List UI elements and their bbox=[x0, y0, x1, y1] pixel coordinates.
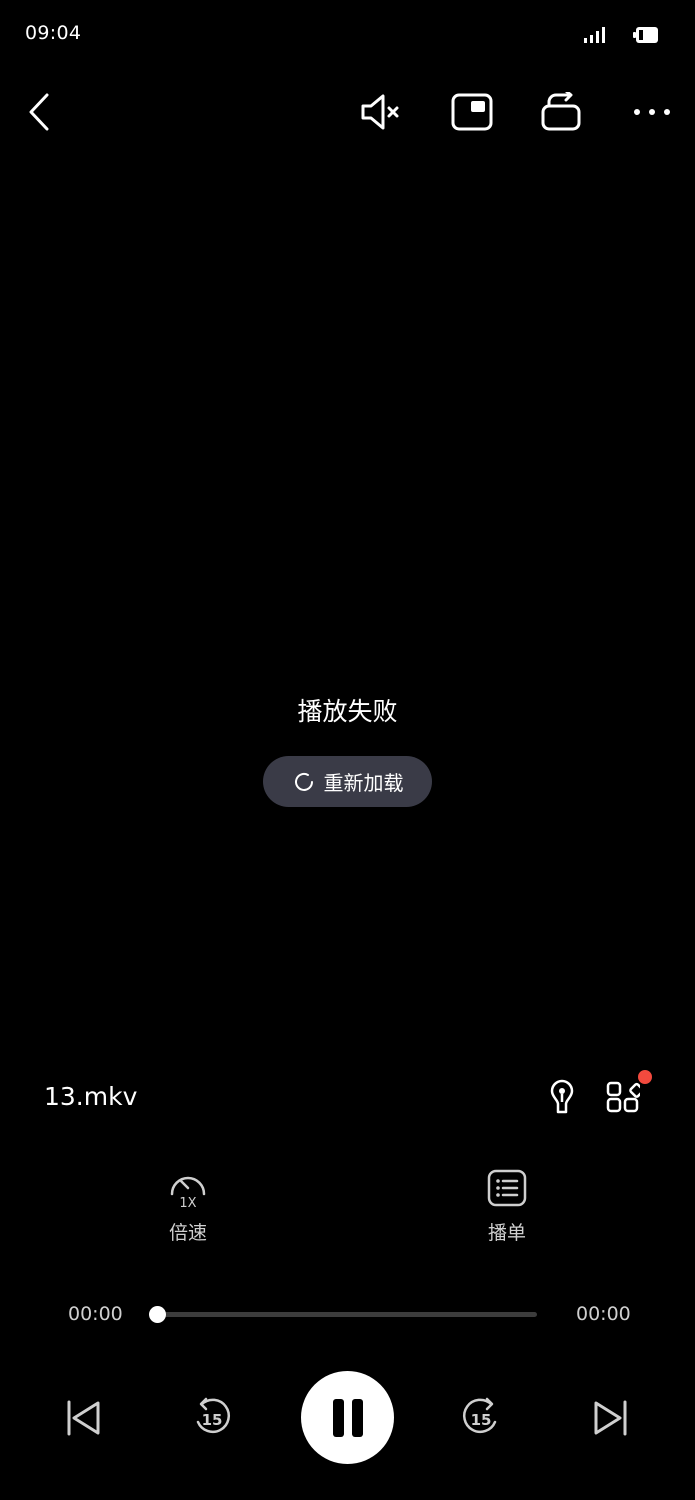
next-button[interactable] bbox=[578, 1386, 642, 1450]
reload-button[interactable]: 重新加载 bbox=[263, 756, 432, 807]
back-button[interactable] bbox=[12, 84, 68, 140]
notification-badge bbox=[637, 1069, 653, 1085]
pause-icon bbox=[332, 1398, 363, 1437]
skip-next-icon bbox=[594, 1400, 627, 1436]
forward-15-button[interactable]: 15 bbox=[449, 1386, 513, 1450]
more-icon bbox=[634, 109, 670, 115]
speed-icon: 1X bbox=[170, 1176, 206, 1211]
signal-icon bbox=[584, 27, 605, 43]
current-time: 00:00 bbox=[68, 1303, 123, 1325]
progress-track[interactable] bbox=[157, 1312, 537, 1317]
apps-grid-icon bbox=[606, 1081, 645, 1113]
reload-label: 重新加载 bbox=[323, 771, 404, 795]
rewind-15-icon: 15 bbox=[196, 1397, 230, 1434]
playback-error-message: 播放失败 bbox=[297, 697, 398, 726]
rewind-15-button[interactable]: 15 bbox=[180, 1386, 244, 1450]
rotate-button[interactable] bbox=[534, 84, 590, 140]
progress-thumb[interactable] bbox=[148, 1306, 166, 1323]
back-icon bbox=[29, 93, 49, 131]
previous-button[interactable] bbox=[52, 1386, 116, 1450]
skip-previous-icon bbox=[67, 1400, 100, 1436]
more-button[interactable] bbox=[624, 84, 680, 140]
lightbulb-icon bbox=[550, 1079, 574, 1114]
apps-button[interactable] bbox=[606, 1080, 645, 1118]
status-icons bbox=[583, 26, 659, 44]
playlist-label: 播单 bbox=[487, 1222, 526, 1244]
mute-button[interactable] bbox=[353, 84, 409, 140]
svg-text:15: 15 bbox=[471, 1411, 492, 1429]
pip-button[interactable] bbox=[444, 84, 500, 140]
forward-15-icon: 15 bbox=[463, 1397, 497, 1434]
file-name: 13.mkv bbox=[44, 1082, 138, 1111]
mute-icon bbox=[361, 94, 399, 130]
total-time: 00:00 bbox=[576, 1303, 631, 1325]
playlist-icon bbox=[487, 1169, 527, 1207]
battery-icon bbox=[633, 27, 658, 43]
speed-label: 倍速 bbox=[168, 1222, 207, 1244]
playlist-button[interactable]: 播单 bbox=[462, 1168, 552, 1245]
refresh-icon bbox=[294, 772, 313, 791]
picture-in-picture-icon bbox=[451, 93, 493, 131]
tip-button[interactable] bbox=[546, 1078, 578, 1120]
speed-button[interactable]: 1X 倍速 bbox=[143, 1168, 233, 1245]
status-time: 09:04 bbox=[25, 22, 82, 44]
rotate-screen-icon bbox=[541, 92, 581, 131]
speed-value: 1X bbox=[179, 1196, 196, 1210]
svg-text:15: 15 bbox=[202, 1411, 223, 1429]
play-pause-button[interactable] bbox=[301, 1371, 394, 1464]
